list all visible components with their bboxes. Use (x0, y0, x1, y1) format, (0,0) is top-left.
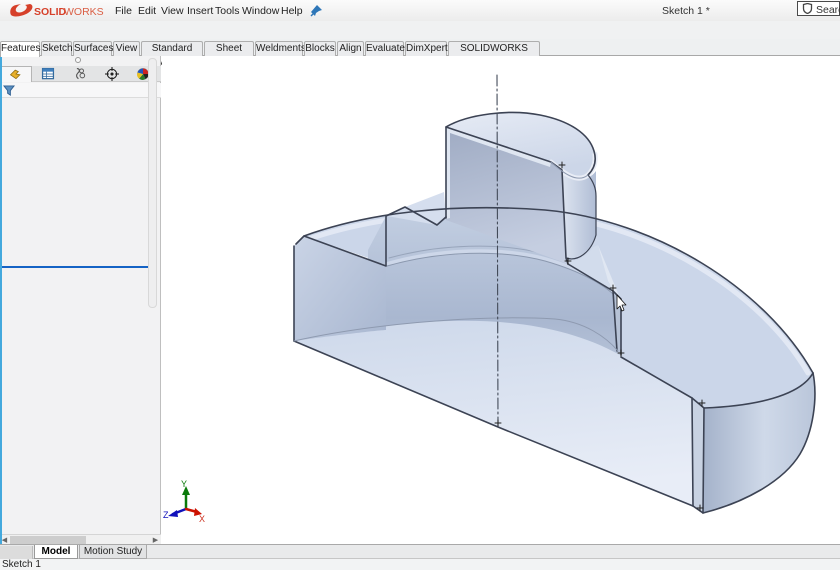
svg-text:X: X (199, 514, 205, 524)
svg-text:Z: Z (163, 510, 169, 520)
svg-text:SOLID: SOLID (34, 6, 67, 18)
svg-text:Y: Y (181, 479, 187, 489)
svg-text:WORKS: WORKS (64, 6, 104, 18)
